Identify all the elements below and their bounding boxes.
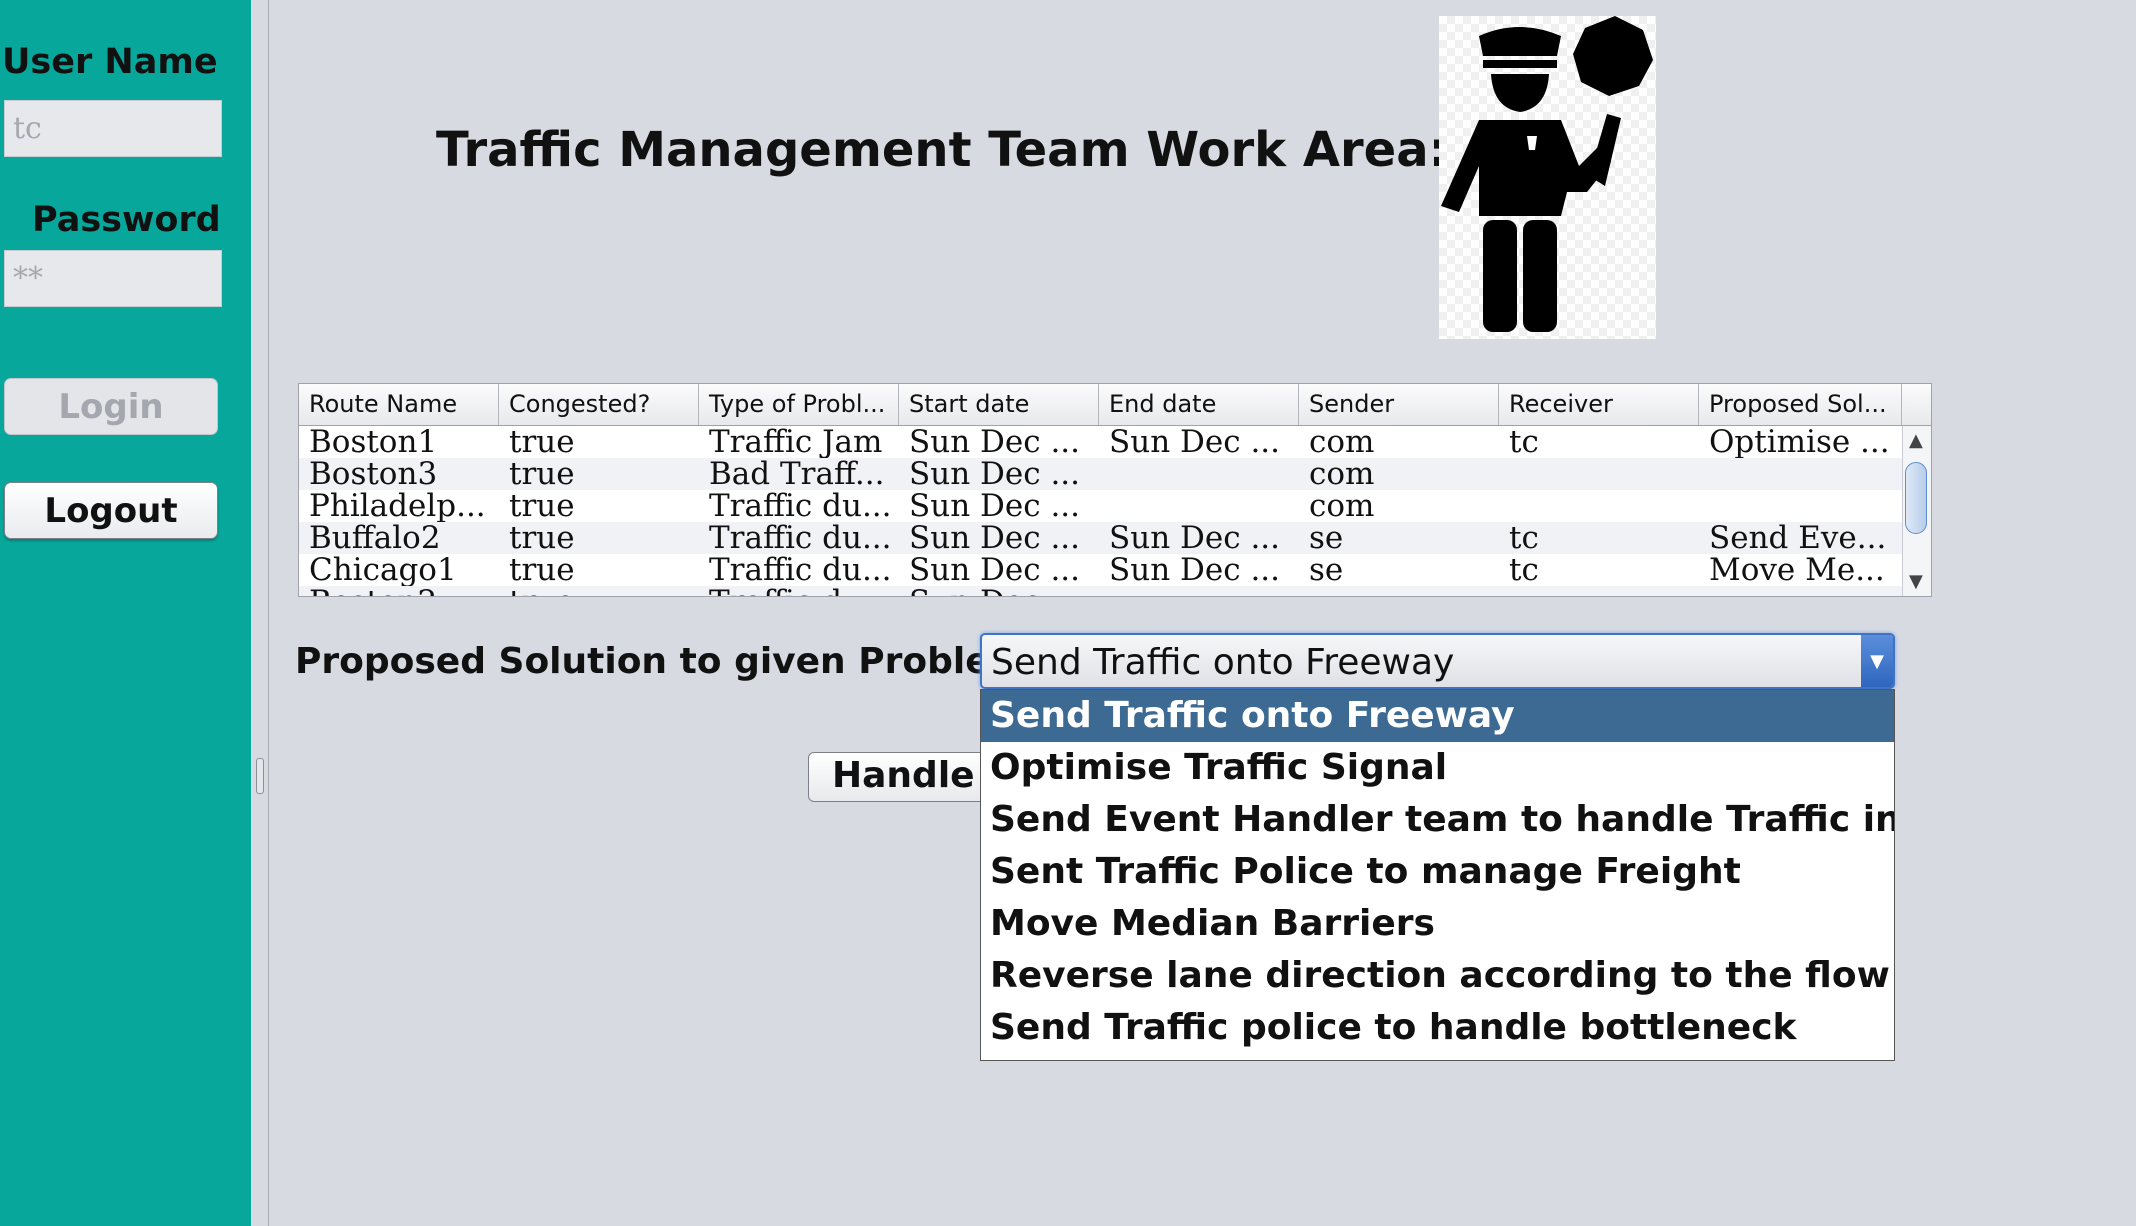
column-header-proposed-solution[interactable]: Proposed Sol... — [1699, 384, 1902, 425]
username-field[interactable] — [4, 100, 222, 157]
login-button[interactable]: Login — [4, 378, 218, 435]
table-body: Boston1 true Traffic Jam Sun Dec ... Sun… — [299, 426, 1902, 596]
table-cell: Sun Dec ... — [1109, 426, 1280, 458]
login-sidebar: User Name Password Login Logout — [0, 0, 251, 1226]
dropdown-option[interactable]: Send Traffic onto Freeway — [981, 690, 1894, 742]
table-cell — [1499, 586, 1699, 596]
column-header-sender[interactable]: Sender — [1299, 384, 1499, 425]
table-cell: Buffalo2 — [309, 522, 441, 554]
table-cell — [1499, 458, 1699, 490]
table-cell — [1699, 490, 1902, 522]
dropdown-option[interactable]: Send Traffic police to handle bottleneck — [981, 1002, 1894, 1054]
traffic-police-icon — [1439, 16, 1656, 339]
column-header-start-date[interactable]: Start date — [899, 384, 1099, 425]
dropdown-option[interactable]: Reverse lane direction according to the … — [981, 950, 1894, 1002]
dropdown-option[interactable]: Send Event Handler team to handle Traffi… — [981, 794, 1894, 846]
handle-button[interactable]: Handle — [808, 752, 1008, 802]
table-cell — [1499, 490, 1699, 522]
column-header-corner — [1902, 384, 1930, 425]
table-cell: se — [1309, 522, 1344, 554]
table-row[interactable]: Boston1 true Traffic Jam Sun Dec ... Sun… — [299, 426, 1902, 458]
table-cell: true — [499, 586, 699, 596]
chevron-down-icon[interactable]: ▼ — [1861, 635, 1893, 687]
column-header-type-of-problem[interactable]: Type of Probl... — [699, 384, 899, 425]
table-row[interactable]: Boston3 true Bad Traff... Sun Dec ... co… — [299, 458, 1902, 490]
routes-table[interactable]: Route Name Congested? Type of Probl... S… — [298, 383, 1932, 597]
table-scrollbar[interactable]: ▲ ▼ — [1902, 426, 1931, 596]
table-cell: Sun Dec ... — [909, 490, 1080, 522]
table-cell: Traffic du... — [709, 490, 892, 522]
table-cell: Traffic du... — [709, 554, 892, 586]
table-cell: tc — [1509, 426, 1539, 458]
proposed-solution-options-list: Send Traffic onto Freeway Optimise Traff… — [980, 689, 1895, 1061]
column-header-receiver[interactable]: Receiver — [1499, 384, 1699, 425]
table-header: Route Name Congested? Type of Probl... S… — [299, 384, 1931, 426]
table-cell: true — [509, 554, 575, 586]
table-cell — [1099, 458, 1299, 490]
table-cell: true — [509, 458, 575, 490]
table-cell — [1699, 586, 1902, 596]
username-label: User Name — [2, 42, 218, 82]
table-cell: Sun Dec ... — [909, 554, 1080, 586]
column-header-route-name[interactable]: Route Name — [299, 384, 499, 425]
table-cell: Traffic du... — [709, 522, 892, 554]
table-cell: true — [509, 426, 575, 458]
proposed-solution-dropdown[interactable]: Send Traffic onto Freeway ▼ — [980, 633, 1895, 689]
table-cell: Sun Dec ... — [1109, 522, 1280, 554]
table-cell: Sun Dec ... — [899, 586, 1099, 596]
table-row[interactable]: Chicago1 true Traffic du... Sun Dec ... … — [299, 554, 1902, 586]
table-cell: Chicago1 — [309, 554, 457, 586]
table-cell: Boston2 — [299, 586, 499, 596]
table-row[interactable]: Buffalo2 true Traffic du... Sun Dec ... … — [299, 522, 1902, 554]
dropdown-option[interactable]: Sent Traffic Police to manage Freight — [981, 846, 1894, 898]
table-cell — [1699, 458, 1902, 490]
divider-grip-handle[interactable] — [256, 758, 264, 794]
table-cell: Boston1 — [309, 426, 438, 458]
table-cell: Traffic Jam — [709, 426, 883, 458]
table-cell: Traffic du... — [699, 586, 899, 596]
column-header-congested[interactable]: Congested? — [499, 384, 699, 425]
dropdown-option[interactable]: Move Median Barriers — [981, 898, 1894, 950]
table-cell: Move Me... — [1709, 554, 1885, 586]
table-cell: com — [1309, 426, 1375, 458]
table-cell: true — [509, 490, 575, 522]
page-title: Traffic Management Team Work Area: — [436, 122, 1448, 178]
dropdown-selected-value: Send Traffic onto Freeway — [991, 642, 1455, 683]
table-cell: Sun Dec ... — [909, 522, 1080, 554]
table-cell: tc — [1509, 554, 1539, 586]
table-cell: com — [1309, 490, 1375, 522]
split-pane-divider[interactable] — [251, 0, 269, 1226]
proposed-solution-label: Proposed Solution to given Problem: — [295, 641, 1042, 682]
password-label: Password — [32, 200, 221, 240]
table-cell: Philadelp... — [309, 490, 486, 522]
table-cell: Sun Dec ... — [909, 426, 1080, 458]
password-field[interactable] — [4, 250, 222, 307]
dropdown-option[interactable]: Optimise Traffic Signal — [981, 742, 1894, 794]
logout-button[interactable]: Logout — [4, 482, 218, 539]
table-cell: com — [1309, 458, 1375, 490]
table-row[interactable]: Philadelp... true Traffic du... Sun Dec … — [299, 490, 1902, 522]
table-cell — [1099, 490, 1299, 522]
table-cell: Optimise ... — [1709, 426, 1890, 458]
table-cell: se — [1309, 554, 1344, 586]
table-cell: Bad Traff... — [709, 458, 885, 490]
table-cell: tc — [1509, 522, 1539, 554]
column-header-end-date[interactable]: End date — [1099, 384, 1299, 425]
table-cell — [1099, 586, 1299, 596]
table-cell: true — [509, 522, 575, 554]
scroll-up-arrow-icon[interactable]: ▲ — [1909, 430, 1923, 451]
table-cell — [1299, 586, 1499, 596]
table-row[interactable]: Boston2 true Traffic du... Sun Dec ... — [299, 586, 1902, 596]
table-cell: Sun Dec ... — [909, 458, 1080, 490]
scroll-down-arrow-icon[interactable]: ▼ — [1909, 571, 1923, 592]
table-cell: Boston3 — [309, 458, 438, 490]
scrollbar-thumb[interactable] — [1905, 462, 1927, 534]
table-cell: Send Eve... — [1709, 522, 1887, 554]
table-cell: Sun Dec ... — [1109, 554, 1280, 586]
